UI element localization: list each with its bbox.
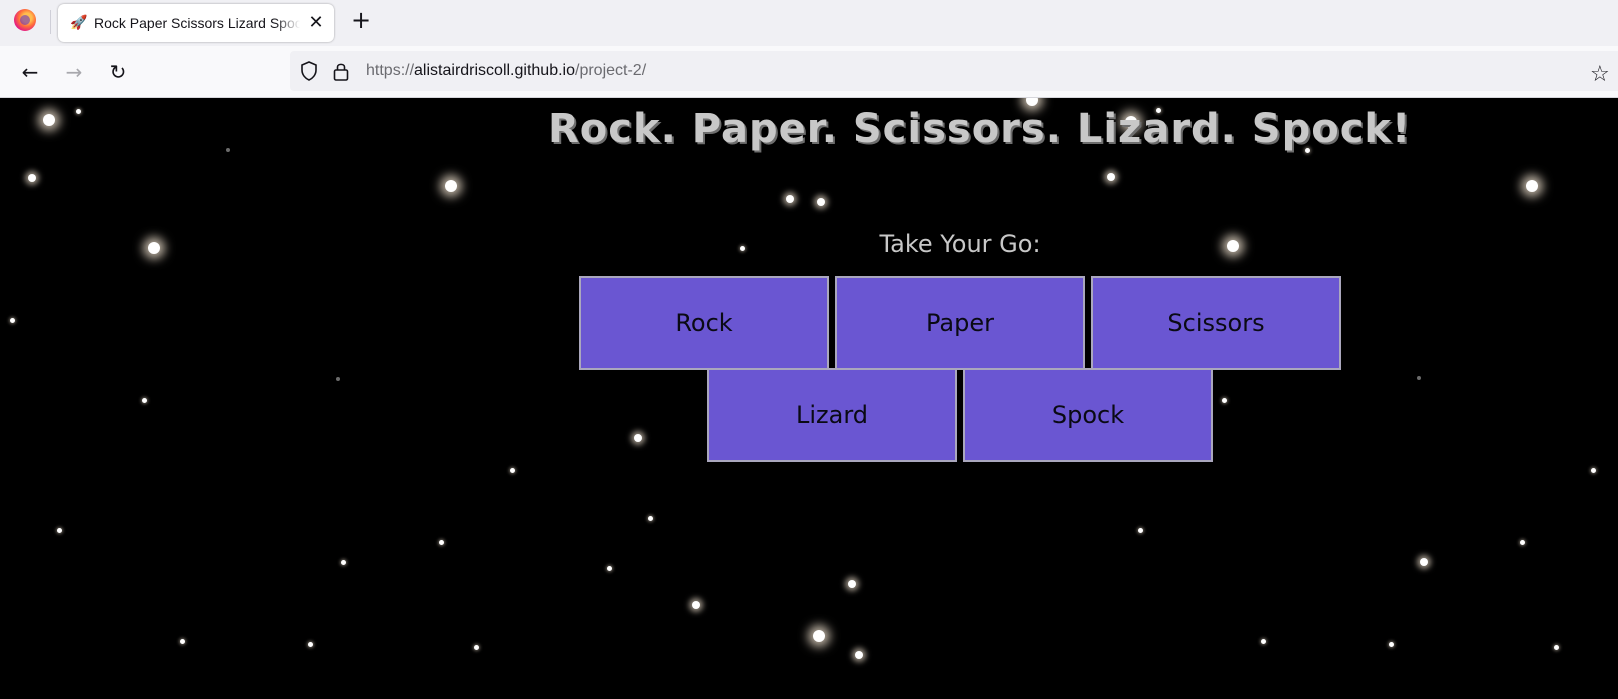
star-decoration (1261, 639, 1266, 644)
star-decoration (848, 580, 856, 588)
rock-button[interactable]: Rock (579, 276, 829, 370)
star-decoration (180, 639, 185, 644)
star-decoration (1526, 180, 1538, 192)
star-decoration (813, 630, 825, 642)
tab-bar: 🚀 Rock Paper Scissors Lizard Spock ✕ + (0, 0, 1618, 46)
star-decoration (439, 540, 444, 545)
star-decoration (817, 198, 825, 206)
star-decoration (1222, 398, 1227, 403)
star-decoration (1227, 240, 1239, 252)
address-bar[interactable]: https://alistairdriscoll.github.io/proje… (290, 51, 1618, 91)
star-decoration (1520, 540, 1525, 545)
star-decoration (308, 642, 313, 647)
firefox-logo-icon[interactable] (14, 9, 36, 31)
star-decoration (43, 114, 55, 126)
star-decoration (226, 148, 230, 152)
star-decoration (142, 398, 147, 403)
star-decoration (1554, 645, 1559, 650)
star-decoration (10, 318, 15, 323)
star-decoration (148, 242, 160, 254)
reload-icon[interactable]: ↻ (104, 58, 132, 86)
page-title: Rock. Paper. Scissors. Lizard. Spock! (548, 106, 1412, 152)
scissors-button[interactable]: Scissors (1091, 276, 1341, 370)
url-path: /project-2/ (575, 62, 647, 79)
plus-icon[interactable]: + (347, 6, 375, 34)
star-decoration (1026, 98, 1038, 106)
star-decoration (634, 434, 642, 442)
star-decoration (28, 174, 36, 182)
star-decoration (336, 377, 340, 381)
star-decoration (510, 468, 515, 473)
star-decoration (855, 651, 863, 659)
star-decoration (786, 195, 794, 203)
star-decoration (341, 560, 346, 565)
star-decoration (692, 601, 700, 609)
close-icon[interactable]: ✕ (304, 11, 328, 35)
spock-button[interactable]: Spock (963, 368, 1213, 462)
back-arrow-icon[interactable]: ← (16, 58, 44, 86)
lock-icon[interactable] (332, 61, 350, 81)
lizard-button[interactable]: Lizard (707, 368, 957, 462)
url-host: alistairdriscoll.github.io (414, 62, 575, 79)
navigation-bar: ← → ↻ https://alistairdriscoll.github.io… (0, 46, 1618, 98)
star-decoration (607, 566, 612, 571)
star-decoration (57, 528, 62, 533)
choice-prompt: Take Your Go: (879, 230, 1041, 258)
star-icon[interactable]: ☆ (1590, 64, 1612, 86)
shield-icon[interactable] (300, 61, 318, 81)
star-decoration (76, 109, 81, 114)
game-page: Rock. Paper. Scissors. Lizard. Spock! Ta… (0, 98, 1618, 699)
forward-arrow-icon[interactable]: → (60, 58, 88, 86)
star-decoration (1417, 376, 1421, 380)
url-text[interactable]: https://alistairdriscoll.github.io/proje… (366, 62, 646, 82)
tab-title: Rock Paper Scissors Lizard Spock (94, 15, 300, 31)
star-decoration (1107, 173, 1115, 181)
paper-button[interactable]: Paper (835, 276, 1085, 370)
rocket-icon: 🚀 (70, 15, 88, 31)
star-decoration (740, 246, 745, 251)
star-decoration (648, 516, 653, 521)
star-decoration (474, 645, 479, 650)
star-decoration (1420, 558, 1428, 566)
url-scheme: https:// (366, 62, 415, 79)
tab-separator (50, 10, 51, 34)
star-decoration (1389, 642, 1394, 647)
star-decoration (1138, 528, 1143, 533)
active-tab[interactable]: 🚀 Rock Paper Scissors Lizard Spock ✕ (58, 4, 334, 42)
star-decoration (445, 180, 457, 192)
star-decoration (1591, 468, 1596, 473)
